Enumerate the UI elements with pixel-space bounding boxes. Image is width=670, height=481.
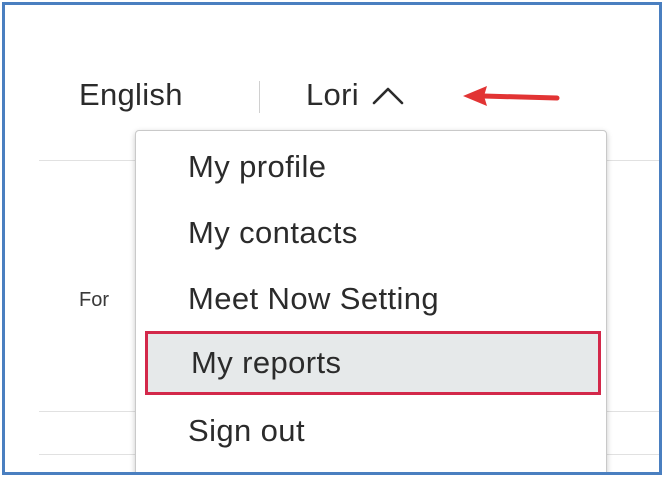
user-name: Lori <box>306 77 359 112</box>
menu-item-my-contacts[interactable]: My contacts <box>136 201 606 265</box>
chevron-up-icon <box>372 87 404 105</box>
header-divider <box>259 81 260 113</box>
screenshot-frame: English Lori For My profile My contacts … <box>2 2 662 475</box>
user-menu-toggle[interactable]: Lori <box>306 77 405 113</box>
menu-item-label: My reports <box>191 345 342 380</box>
background-label: For <box>79 289 109 311</box>
menu-item-label: Sign out <box>188 413 305 448</box>
menu-item-sign-out[interactable]: Sign out <box>136 399 606 463</box>
language-selector[interactable]: English <box>79 77 183 113</box>
user-dropdown-menu: My profile My contacts Meet Now Setting … <box>135 130 607 472</box>
menu-item-label: Meet Now Setting <box>188 281 440 316</box>
menu-item-my-profile[interactable]: My profile <box>136 135 606 199</box>
menu-item-meet-now-setting[interactable]: Meet Now Setting <box>136 267 606 331</box>
arrow-left-icon <box>463 86 560 106</box>
menu-item-my-reports[interactable]: My reports <box>145 331 601 395</box>
menu-item-label: My profile <box>188 149 327 184</box>
menu-item-label: My contacts <box>188 215 358 250</box>
